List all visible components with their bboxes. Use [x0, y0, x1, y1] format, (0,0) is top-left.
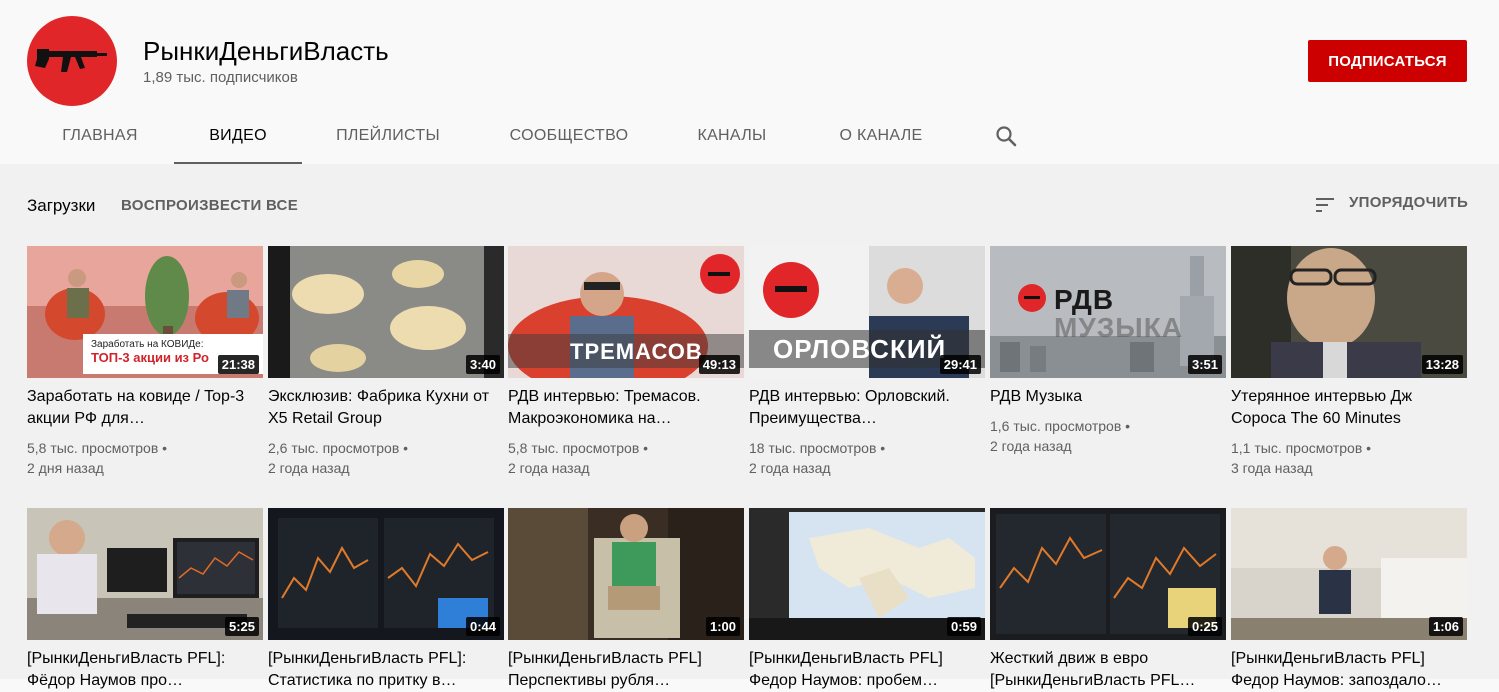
video-meta: 1,1 тыс. просмотров • 3 года назад — [1231, 438, 1467, 478]
view-count: 1,1 тыс. просмотров — [1231, 440, 1363, 456]
video-meta: 5,8 тыс. просмотров • 2 года назад — [508, 438, 744, 478]
tab-about[interactable]: О КАНАЛЕ — [815, 108, 947, 162]
view-count: 18 тыс. просмотров — [749, 440, 877, 456]
video-card[interactable]: ОРЛОВСКИЙ 29:41 РДВ интервью: Орловский.… — [749, 246, 985, 478]
video-meta: 18 тыс. просмотров • 2 года назад — [749, 438, 985, 478]
video-thumbnail[interactable]: РДВ МУЗЫКА 3:51 — [990, 246, 1226, 378]
search-icon[interactable] — [994, 124, 1018, 148]
tab-videos[interactable]: ВИДЕО — [174, 108, 302, 164]
upload-age: 2 дня назад — [27, 460, 104, 476]
uploads-label: Загрузки — [27, 196, 96, 215]
play-all-button[interactable]: ВОСПРОИЗВЕСТИ ВСЕ — [121, 197, 298, 214]
thumbnail-headline: ТРЕМАСОВ — [570, 339, 703, 364]
video-title[interactable]: РДВ интервью: Орловский. Преимущества… — [749, 386, 985, 430]
upload-age: 3 года назад — [1231, 460, 1313, 476]
video-duration: 21:38 — [217, 355, 259, 374]
video-title[interactable]: Заработать на ковиде / Top-3 акции РФ дл… — [27, 386, 263, 430]
video-title[interactable]: Утерянное интервью Дж Сороса The 60 Minu… — [1231, 386, 1467, 430]
channel-header: РынкиДеньгиВласть 1,89 тыс. подписчиков … — [0, 0, 1499, 164]
thumbnail-caption: Заработать на КОВИДе: — [91, 339, 204, 350]
video-duration: 1:00 — [705, 617, 740, 636]
video-duration: 5:25 — [224, 617, 259, 636]
video-card[interactable]: 0:59 [РынкиДеньгиВласть PFL] Федор Наумо… — [749, 508, 985, 692]
video-duration: 3:40 — [465, 355, 500, 374]
upload-age: 2 года назад — [749, 460, 831, 476]
sort-icon — [1316, 198, 1334, 212]
video-title[interactable]: [РынкиДеньгиВласть PFL]: Фёдор Наумов пр… — [27, 648, 263, 692]
view-count: 2,6 тыс. просмотров — [268, 440, 400, 456]
video-meta: 5,8 тыс. просмотров • 2 дня назад — [27, 438, 263, 478]
video-card[interactable]: Заработать на КОВИДе: ТОП-3 акции из Ро … — [27, 246, 263, 478]
upload-age: 2 года назад — [268, 460, 350, 476]
video-duration: 0:25 — [1187, 617, 1222, 636]
video-card[interactable]: 0:25 Жесткий движ в евро [РынкиДеньгиВла… — [990, 508, 1226, 692]
video-duration: 13:28 — [1421, 355, 1463, 374]
video-thumbnail[interactable]: 0:25 — [990, 508, 1226, 640]
channel-avatar[interactable] — [27, 16, 117, 106]
video-thumbnail[interactable]: 13:28 — [1231, 246, 1467, 378]
video-thumbnail[interactable]: Заработать на КОВИДе: ТОП-3 акции из Ро … — [27, 246, 263, 378]
video-thumbnail[interactable]: 1:06 — [1231, 508, 1467, 640]
video-card[interactable]: 1:06 [РынкиДеньгиВласть PFL] Федор Наумо… — [1231, 508, 1467, 692]
video-card[interactable]: РДВ МУЗЫКА 3:51 РДВ Музыка 1,6 тыс. прос… — [990, 246, 1226, 456]
video-duration: 1:06 — [1428, 617, 1463, 636]
view-count: 5,8 тыс. просмотров — [508, 440, 640, 456]
video-duration: 0:59 — [946, 617, 981, 636]
video-card[interactable]: ТРЕМАСОВ 49:13 РДВ интервью: Тремасов. М… — [508, 246, 744, 478]
video-meta: 2,6 тыс. просмотров • 2 года назад — [268, 438, 504, 478]
tab-playlists[interactable]: ПЛЕЙЛИСТЫ — [312, 108, 464, 162]
video-duration: 3:51 — [1187, 355, 1222, 374]
view-count: 1,6 тыс. просмотров — [990, 418, 1122, 434]
thumbnail-headline: ОРЛОВСКИЙ — [773, 334, 947, 364]
subscriber-count: 1,89 тыс. подписчиков — [143, 69, 298, 86]
upload-age: 2 года назад — [990, 438, 1072, 454]
thumbnail-headline: ТОП-3 акции из Ро — [91, 350, 209, 365]
video-title[interactable]: Эксклюзив: Фабрика Кухни от X5 Retail Gr… — [268, 386, 504, 430]
video-thumbnail[interactable]: 3:40 — [268, 246, 504, 378]
video-card[interactable]: 5:25 [РынкиДеньгиВласть PFL]: Фёдор Наум… — [27, 508, 263, 692]
video-thumbnail[interactable]: 1:00 — [508, 508, 744, 640]
tab-home[interactable]: ГЛАВНАЯ — [38, 108, 162, 162]
video-thumbnail[interactable]: 5:25 — [27, 508, 263, 640]
video-card[interactable]: 0:44 [РынкиДеньгиВласть PFL]: Статистика… — [268, 508, 504, 692]
video-card[interactable]: 13:28 Утерянное интервью Дж Сороса The 6… — [1231, 246, 1467, 478]
video-duration: 29:41 — [939, 355, 981, 374]
video-card[interactable]: 1:00 [РынкиДеньгиВласть PFL] Перспективы… — [508, 508, 744, 692]
subscribe-button[interactable]: ПОДПИСАТЬСЯ — [1308, 40, 1467, 82]
video-title[interactable]: РДВ Музыка — [990, 386, 1226, 408]
video-thumbnail[interactable]: 0:59 — [749, 508, 985, 640]
tab-community[interactable]: СООБЩЕСТВО — [488, 108, 650, 162]
sort-label: УПОРЯДОЧИТЬ — [1349, 194, 1469, 211]
video-title[interactable]: Жесткий движ в евро [РынкиДеньгиВласть P… — [990, 648, 1226, 692]
thumbnail-caption: МУЗЫКА — [1054, 312, 1184, 343]
video-meta: 1,6 тыс. просмотров • 2 года назад — [990, 416, 1226, 456]
video-thumbnail[interactable]: ОРЛОВСКИЙ 29:41 — [749, 246, 985, 378]
tab-channels[interactable]: КАНАЛЫ — [673, 108, 791, 162]
video-title[interactable]: [РынкиДеньгиВласть PFL]: Статистика по п… — [268, 648, 504, 692]
video-card[interactable]: 3:40 Эксклюзив: Фабрика Кухни от X5 Reta… — [268, 246, 504, 478]
video-duration: 0:44 — [465, 617, 500, 636]
videos-section: Загрузки ВОСПРОИЗВЕСТИ ВСЕ УПОРЯДОЧИТЬ З… — [0, 164, 1499, 689]
rifle-icon — [35, 49, 107, 72]
video-title[interactable]: [РынкиДеньгиВласть PFL] Федор Наумов: пр… — [749, 648, 985, 692]
video-thumbnail[interactable]: ТРЕМАСОВ 49:13 — [508, 246, 744, 378]
video-title[interactable]: [РынкиДеньгиВласть PFL] Федор Наумов: за… — [1231, 648, 1467, 692]
video-title[interactable]: РДВ интервью: Тремасов. Макроэкономика н… — [508, 386, 744, 430]
video-duration: 49:13 — [698, 355, 740, 374]
upload-age: 2 года назад — [508, 460, 590, 476]
video-thumbnail[interactable]: 0:44 — [268, 508, 504, 640]
channel-name[interactable]: РынкиДеньгиВласть — [143, 36, 389, 66]
channel-tabs: ГЛАВНАЯ ВИДЕО ПЛЕЙЛИСТЫ СООБЩЕСТВО КАНАЛ… — [0, 108, 1100, 164]
view-count: 5,8 тыс. просмотров — [27, 440, 159, 456]
video-title[interactable]: [РынкиДеньгиВласть PFL] Перспективы рубл… — [508, 648, 744, 692]
